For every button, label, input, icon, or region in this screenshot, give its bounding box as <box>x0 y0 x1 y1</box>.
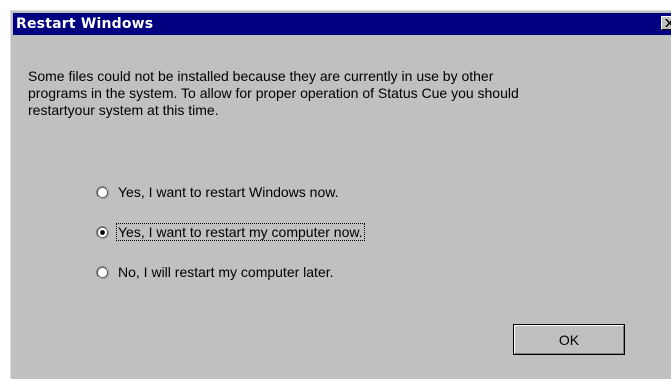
option-restart-computer[interactable]: Yes, I want to restart my computer now. <box>96 222 365 242</box>
radio-selected-dot <box>100 229 105 235</box>
close-button[interactable] <box>661 16 671 30</box>
close-icon <box>665 19 671 27</box>
radio-button[interactable] <box>96 225 109 239</box>
option-restart-windows[interactable]: Yes, I want to restart Windows now. <box>96 182 340 202</box>
option-restart-later[interactable]: No, I will restart my computer later. <box>96 262 336 282</box>
message-text: Some files could not be installed becaus… <box>28 68 668 119</box>
message-line: programs in the system. To allow for pro… <box>28 85 519 101</box>
radio-button[interactable] <box>96 185 109 199</box>
option-label: No, I will restart my computer later. <box>118 264 334 280</box>
message-line: Some files could not be installed becaus… <box>28 68 494 84</box>
restart-dialog: Restart Windows Some files could not be … <box>10 10 671 379</box>
ok-button-label: OK <box>558 331 580 348</box>
option-label: Yes, I want to restart my computer now. <box>116 223 365 241</box>
option-label: Yes, I want to restart Windows now. <box>118 184 339 200</box>
ok-button-face[interactable]: OK <box>514 325 624 354</box>
window-title: Restart Windows <box>16 16 154 32</box>
title-bar[interactable]: Restart Windows <box>13 13 671 35</box>
message-line: restartyour system at this time. <box>28 102 219 118</box>
radio-button[interactable] <box>96 265 109 279</box>
ok-button[interactable]: OK <box>513 324 625 355</box>
